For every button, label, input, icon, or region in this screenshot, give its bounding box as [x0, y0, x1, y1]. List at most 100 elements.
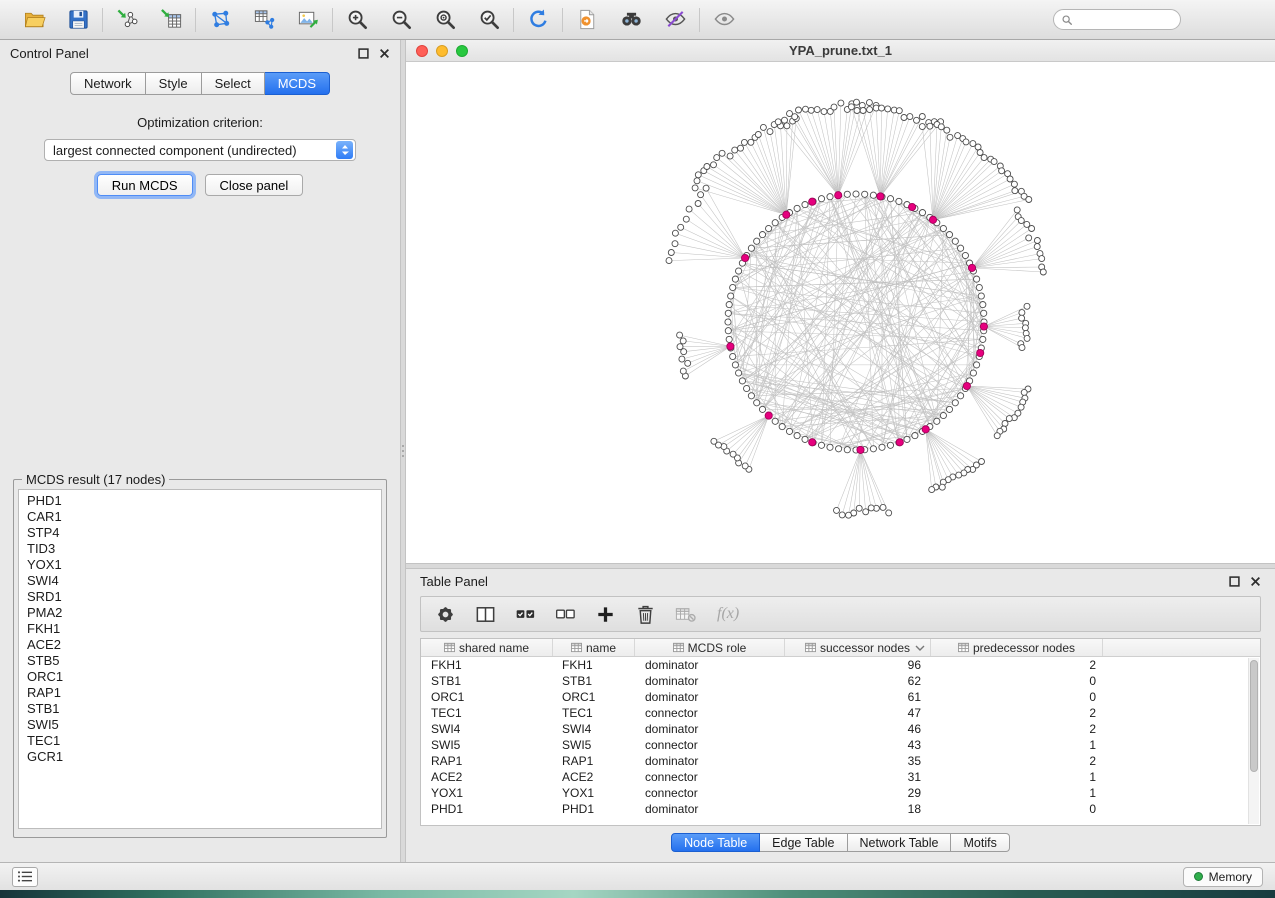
- mcds-result-node[interactable]: PMA2: [27, 605, 373, 621]
- table-row[interactable]: PHD1PHD1dominator180: [421, 801, 1260, 817]
- mcds-result-node[interactable]: SWI5: [27, 717, 373, 733]
- table-row[interactable]: TEC1TEC1connector472: [421, 705, 1260, 721]
- table-row[interactable]: SWI4SWI4dominator462: [421, 721, 1260, 737]
- mcds-result-node[interactable]: PHD1: [27, 493, 373, 509]
- search-network-icon[interactable]: [618, 7, 644, 33]
- zoom-in-icon[interactable]: [344, 7, 370, 33]
- import-disabled-icon: [673, 602, 698, 627]
- new-network-icon[interactable]: [207, 7, 233, 33]
- import-network-icon[interactable]: [114, 7, 140, 33]
- table-cell: dominator: [635, 689, 785, 705]
- deselect-all-icon[interactable]: [553, 602, 578, 627]
- table-row[interactable]: ORC1ORC1dominator610: [421, 689, 1260, 705]
- refresh-layout-icon[interactable]: [525, 7, 551, 33]
- table-cell: 0: [931, 673, 1103, 689]
- export-document-icon[interactable]: [574, 7, 600, 33]
- run-mcds-button[interactable]: Run MCDS: [97, 174, 193, 196]
- mcds-result-node[interactable]: RAP1: [27, 685, 373, 701]
- close-table-panel-icon[interactable]: [1250, 576, 1261, 587]
- mcds-result-node[interactable]: SRD1: [27, 589, 373, 605]
- table-row[interactable]: RAP1RAP1dominator352: [421, 753, 1260, 769]
- optimization-criterion-select[interactable]: largest connected component (undirected): [44, 139, 356, 161]
- float-table-panel-icon[interactable]: [1229, 576, 1240, 587]
- close-window-icon[interactable]: [416, 45, 428, 57]
- network-from-table-icon[interactable]: [251, 7, 277, 33]
- mcds-result-list[interactable]: PHD1CAR1STP4TID3YOX1SWI4SRD1PMA2FKH1ACE2…: [18, 489, 382, 829]
- mcds-buttons-row: Run MCDS Close panel: [0, 174, 400, 196]
- import-table-icon[interactable]: [158, 7, 184, 33]
- tab-select[interactable]: Select: [202, 72, 265, 95]
- network-leaf-nodes[interactable]: [666, 99, 1046, 518]
- tab-style[interactable]: Style: [146, 72, 202, 95]
- table-panel: Table Panel f(x) shared namenameMCDS rol…: [406, 569, 1275, 862]
- delete-row-icon[interactable]: [633, 602, 658, 627]
- mcds-result-node[interactable]: STP4: [27, 525, 373, 541]
- search-box[interactable]: [1053, 9, 1181, 30]
- table-cell: TEC1: [421, 705, 553, 721]
- table-row[interactable]: ACE2ACE2connector311: [421, 769, 1260, 785]
- desktop-wallpaper-strip: [0, 890, 1275, 898]
- table-cell: PHD1: [421, 801, 553, 817]
- close-panel-icon[interactable]: [379, 48, 390, 59]
- column-header-successor-nodes[interactable]: successor nodes: [785, 639, 931, 656]
- table-cell: RAP1: [421, 753, 553, 769]
- table-row[interactable]: SWI5SWI5connector431: [421, 737, 1260, 753]
- memory-button[interactable]: Memory: [1183, 867, 1263, 887]
- select-all-icon[interactable]: [513, 602, 538, 627]
- table-row[interactable]: YOX1YOX1connector291: [421, 785, 1260, 801]
- table-cell: 18: [785, 801, 931, 817]
- mcds-result-node[interactable]: ORC1: [27, 669, 373, 685]
- mcds-result-node[interactable]: STB1: [27, 701, 373, 717]
- mcds-result-node[interactable]: CAR1: [27, 509, 373, 525]
- zoom-out-icon[interactable]: [388, 7, 414, 33]
- search-icon: [1061, 14, 1073, 26]
- mcds-result-node[interactable]: FKH1: [27, 621, 373, 637]
- show-columns-icon[interactable]: [473, 602, 498, 627]
- network-canvas[interactable]: [406, 62, 1275, 563]
- close-panel-button[interactable]: Close panel: [205, 174, 304, 196]
- memory-status-icon: [1194, 872, 1203, 881]
- mcds-result-node[interactable]: YOX1: [27, 557, 373, 573]
- table-row[interactable]: FKH1FKH1dominator962: [421, 657, 1260, 673]
- mcds-result-node[interactable]: STB5: [27, 653, 373, 669]
- show-graphics-details-icon[interactable]: [711, 7, 737, 33]
- tab-edge-table[interactable]: Edge Table: [760, 833, 847, 852]
- table-row[interactable]: STB1STB1dominator620: [421, 673, 1260, 689]
- task-history-button[interactable]: [12, 867, 38, 887]
- tab-network-table[interactable]: Network Table: [848, 833, 952, 852]
- table-cell: dominator: [635, 753, 785, 769]
- sort-menu-icon[interactable]: [914, 642, 926, 654]
- minimize-window-icon[interactable]: [436, 45, 448, 57]
- save-session-icon[interactable]: [65, 7, 91, 33]
- mcds-result-node[interactable]: ACE2: [27, 637, 373, 653]
- export-image-icon[interactable]: [295, 7, 321, 33]
- mcds-result-node[interactable]: SWI4: [27, 573, 373, 589]
- mcds-result-node[interactable]: GCR1: [27, 749, 373, 765]
- tab-mcds[interactable]: MCDS: [265, 72, 330, 95]
- add-row-icon[interactable]: [593, 602, 618, 627]
- mcds-result-node[interactable]: TEC1: [27, 733, 373, 749]
- status-bar: Memory: [0, 862, 1275, 890]
- column-header-shared-name[interactable]: shared name: [421, 639, 553, 656]
- table-scrollbar-thumb[interactable]: [1250, 660, 1258, 772]
- open-file-icon[interactable]: [21, 7, 47, 33]
- tab-network[interactable]: Network: [70, 72, 146, 95]
- table-cell: dominator: [635, 657, 785, 673]
- column-header-name[interactable]: name: [553, 639, 635, 656]
- float-panel-icon[interactable]: [358, 48, 369, 59]
- mcds-result-node[interactable]: TID3: [27, 541, 373, 557]
- zoom-fit-icon[interactable]: [432, 7, 458, 33]
- zoom-selected-icon[interactable]: [476, 7, 502, 33]
- network-window-titlebar[interactable]: YPA_prune.txt_1: [406, 40, 1275, 62]
- tab-node-table[interactable]: Node Table: [671, 833, 760, 852]
- hide-graphics-details-icon[interactable]: [662, 7, 688, 33]
- column-header-MCDS-role[interactable]: MCDS role: [635, 639, 785, 656]
- search-input[interactable]: [1077, 13, 1173, 27]
- network-graph[interactable]: [406, 62, 1275, 563]
- maximize-window-icon[interactable]: [456, 45, 468, 57]
- settings-gear-icon[interactable]: [433, 602, 458, 627]
- column-header-predecessor-nodes[interactable]: predecessor nodes: [931, 639, 1103, 656]
- table-cell: ACE2: [553, 769, 635, 785]
- table-scrollbar[interactable]: [1248, 658, 1259, 824]
- tab-motifs[interactable]: Motifs: [951, 833, 1009, 852]
